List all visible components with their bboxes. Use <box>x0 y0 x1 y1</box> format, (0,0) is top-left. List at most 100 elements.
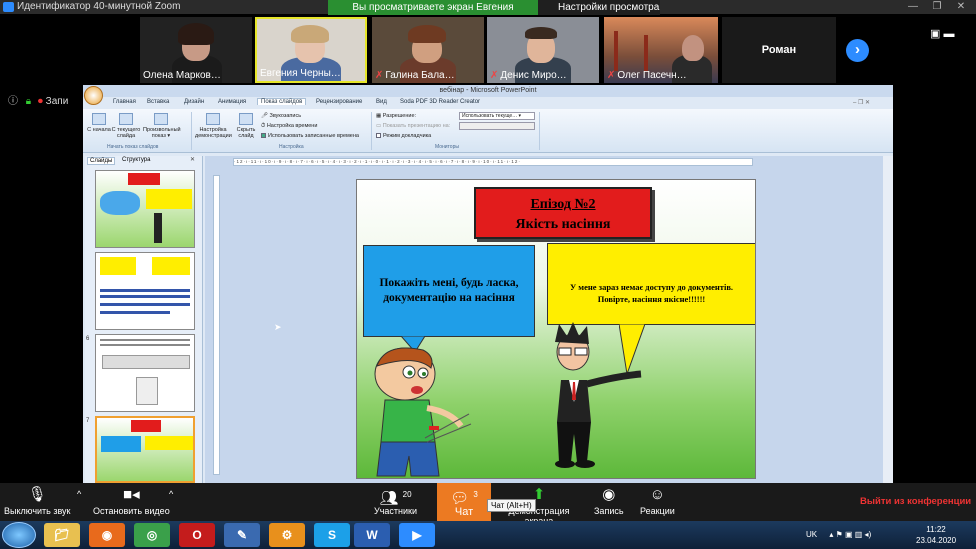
participant-tile-no-video[interactable]: Роман <box>722 17 836 83</box>
group-label-start-show: Начать показ слайдов <box>107 144 159 150</box>
from-current-slide-button[interactable]: С текущего слайда <box>111 113 141 139</box>
chrome-icon[interactable]: ◎ <box>134 523 170 547</box>
slide-thumbnail[interactable] <box>95 170 195 248</box>
slideshow-icon <box>92 113 106 125</box>
view-options-menu[interactable]: Настройки просмотра ▾ <box>538 0 660 28</box>
man-speech-line2: Повірте, насіння якісне!!!!!! <box>597 294 706 304</box>
tray-icons[interactable]: ▴ ⚑ ▣ ▥ ◂) <box>829 530 871 539</box>
participant-tile[interactable]: Олена Марков… <box>140 17 252 83</box>
participant-name: Роман <box>761 44 797 56</box>
slide-thumbnail[interactable] <box>95 334 195 412</box>
mouse-cursor-icon: ➤ <box>274 322 282 332</box>
boy-speech-text: Покажіть мені, будь ласка, документацію … <box>379 277 519 304</box>
chat-tooltip: Чат (Alt+H) <box>487 499 536 512</box>
tab-review[interactable]: Рецензирование <box>316 99 362 105</box>
muted-mic-icon: ✗ <box>490 70 499 81</box>
clock-date: 23.04.2020 <box>916 536 957 545</box>
record-button[interactable]: ◉ Запись <box>594 486 624 516</box>
stop-video-button[interactable]: ■◂ Остановить видео <box>93 486 170 516</box>
restore-icon[interactable]: ❐ <box>926 0 948 14</box>
boy-cartoon-image <box>374 347 472 477</box>
custom-show-button[interactable]: Произвольный показ ▾ <box>143 113 181 139</box>
close-icon[interactable]: ✕ <box>950 0 972 14</box>
ribbon-tabs: Главная Вставка Дизайн Анимация Показ сл… <box>83 97 893 109</box>
minimize-icon[interactable]: — <box>902 0 924 14</box>
pane-tabs: Слайды Структура ✕ <box>85 156 203 166</box>
system-tray: UK ▴ ⚑ ▣ ▥ ◂) <box>806 530 871 539</box>
tab-soda-pdf[interactable]: Soda PDF 3D Reader Creator <box>400 99 480 105</box>
zoom-app-icon[interactable]: ▶ <box>399 523 435 547</box>
setup-icon <box>206 113 220 125</box>
tab-design[interactable]: Дизайн <box>184 99 204 105</box>
chat-button[interactable]: 💬︎ 3 Чат <box>437 483 491 521</box>
muted-mic-icon: ✗ <box>375 70 384 81</box>
mute-button[interactable]: 🎙︎ Выключить звук <box>4 486 71 516</box>
tab-insert[interactable]: Вставка <box>147 99 169 105</box>
language-indicator[interactable]: UK <box>806 530 817 539</box>
show-on-dropdown[interactable] <box>459 122 535 130</box>
from-start-button[interactable]: С начала <box>85 113 113 133</box>
system-clock[interactable]: 11:22 23.04.2020 <box>916 524 956 546</box>
tab-outline[interactable]: Структура <box>122 157 150 163</box>
vertical-scrollbar[interactable] <box>883 156 893 483</box>
man-speech-bubble: У мене зараз немає доступу до документів… <box>547 243 755 325</box>
use-timings-checkbox[interactable]: Использовать записанные времена <box>261 133 359 139</box>
presenter-view-checkbox[interactable]: Режим докладчика <box>376 133 431 139</box>
participant-name: Галина Бала… <box>385 70 455 81</box>
hide-slide-button[interactable]: Скрыть слайд <box>233 113 259 139</box>
meeting-info-bar: ⓘ 🔒︎ ⏺ Запи <box>8 92 68 107</box>
record-narration-button[interactable]: 🎤︎ Звукозапись <box>261 113 301 119</box>
photo-app-icon[interactable]: ✎ <box>224 523 260 547</box>
group-label-monitors: Мониторы <box>435 144 459 150</box>
rehearse-timings-button[interactable]: ⏱︎ Настройка времени <box>261 123 317 130</box>
hide-slide-icon <box>239 113 253 125</box>
reactions-icon: ☺ <box>649 486 666 503</box>
word-icon[interactable]: W <box>354 523 390 547</box>
current-slide[interactable]: Епізод №2 Якість насіння Покажіть мені, … <box>356 179 756 479</box>
leave-meeting-button[interactable]: Выйти из конференции <box>860 496 971 507</box>
gallery-view-icon[interactable]: ▣ ▬ <box>930 27 954 40</box>
participant-tile[interactable]: ✗ Галина Бала… <box>372 17 484 83</box>
resolution-dropdown[interactable]: Использовать текуще… ▾ <box>459 112 535 120</box>
record-icon: ◉ <box>602 486 616 503</box>
tab-animation[interactable]: Анимация <box>218 99 246 105</box>
recording-icon: ⏺ <box>37 96 43 107</box>
video-options-chevron-icon[interactable]: ^ <box>169 489 173 499</box>
tab-home[interactable]: Главная <box>113 99 136 105</box>
resolution-label: ▦ Разрешение: <box>376 113 417 119</box>
audio-options-chevron-icon[interactable]: ^ <box>77 489 81 499</box>
participant-tile[interactable]: ✗ Денис Миро… <box>487 17 599 83</box>
tab-slide-show[interactable]: Показ слайдов <box>257 98 307 105</box>
tab-view[interactable]: Вид <box>376 99 387 105</box>
slide-number: 6 <box>86 336 90 342</box>
file-explorer-icon[interactable]: 📁︎ <box>44 523 80 547</box>
opera-icon[interactable]: O <box>179 523 215 547</box>
powerpoint-title-bar: вебінар - Microsoft PowerPoint <box>83 85 893 97</box>
view-options-label: Настройки просмотра <box>558 2 660 13</box>
participant-tile-active-speaker[interactable]: Евгения Черны… <box>255 17 367 83</box>
skype-icon[interactable]: S <box>314 523 350 547</box>
recording-label: Запи <box>45 96 69 107</box>
firefox-icon[interactable]: ◉ <box>89 523 125 547</box>
group-label-setup: Настройка <box>279 144 304 150</box>
slide-thumbnail-selected[interactable] <box>95 416 195 483</box>
close-pane-icon[interactable]: ✕ <box>190 156 195 163</box>
screen-share-banner: Вы просматриваете экран Евгения Чернышов… <box>328 0 538 28</box>
participant-tile[interactable]: ✗ Олег Пасечн… <box>604 17 718 83</box>
vertical-ruler <box>213 175 220 475</box>
show-on-label: ▭ Показать презентацию на: <box>376 123 451 129</box>
window-controls-icon[interactable]: – ❐ ✕ <box>853 99 870 106</box>
slide-title: Епізод №2 <box>530 197 596 212</box>
participant-name: Олег Пасечн… <box>617 70 687 81</box>
next-page-arrow-icon[interactable]: › <box>846 39 869 62</box>
slides-pane: Слайды Структура ✕ 6 7 <box>85 156 203 483</box>
participants-button[interactable]: 👥︎ 20 Участники <box>374 486 417 516</box>
settings-gear-icon[interactable]: ⚙ <box>269 523 305 547</box>
start-button-icon[interactable] <box>2 522 36 548</box>
info-icon[interactable]: ⓘ <box>8 96 18 107</box>
horizontal-ruler: ·12·ı·11·ı·10·ı·9·ı·8·ı·7·ı·6·ı·5·ı·4·ı·… <box>233 158 753 166</box>
setup-show-button[interactable]: Настройка демонстрации <box>195 113 232 139</box>
slide-thumbnail[interactable] <box>95 252 195 330</box>
tab-slides[interactable]: Слайды <box>87 157 116 165</box>
reactions-button[interactable]: ☺ Реакции <box>640 486 675 516</box>
